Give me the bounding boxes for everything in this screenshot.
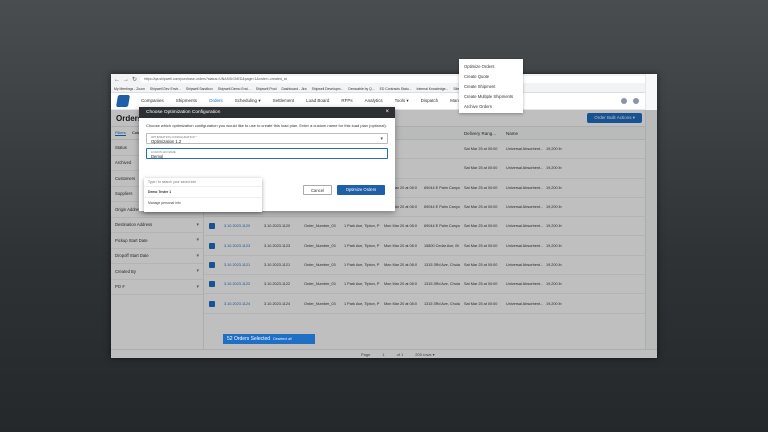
cancel-button[interactable]: Cancel: [303, 185, 332, 195]
nav-item[interactable]: Analytics: [365, 98, 383, 104]
optimization-config-select[interactable]: OPTIMIZATION CONFIGURATION * Optimizatio…: [146, 132, 388, 144]
bookmark-item[interactable]: My Meetings - Zoom: [114, 85, 145, 92]
autofill-hint: Type / to search your saved info: [144, 178, 262, 187]
bulk-menu-item[interactable]: Create Multiple Shipments: [459, 91, 523, 101]
bookmark-item[interactable]: Shipwell Demo Envi...: [218, 85, 251, 92]
autofill-option[interactable]: Demo Tester 1: [144, 187, 262, 197]
bookmark-item[interactable]: Shipwell Dev Envir...: [150, 85, 181, 92]
autofill-popup: Type / to search your saved info Demo Te…: [144, 178, 262, 212]
bulk-menu-item[interactable]: Archive Orders: [459, 101, 523, 111]
bookmark-item[interactable]: Internal Knowledge...: [417, 85, 449, 92]
optimize-orders-button[interactable]: Optimize Orders: [337, 185, 385, 195]
bookmark-item[interactable]: Demoable by Q...: [348, 85, 374, 92]
selected-count: 52 Orders Selected: [227, 336, 271, 342]
manage-info-link[interactable]: Manage personal info: [144, 197, 262, 208]
nav-item[interactable]: Dispatch: [421, 98, 439, 104]
bookmark-item[interactable]: ED Contracts Statu...: [380, 85, 412, 92]
bulk-actions-menu: Optimize Orders Create Quote Create Shipme…: [459, 59, 523, 113]
bookmark-item[interactable]: Shipwell Sandbox: [186, 85, 213, 92]
bookmark-item[interactable]: Dashboard - Jira: [282, 85, 307, 92]
bookmark-item[interactable]: Shipwell Prod: [256, 85, 277, 92]
config-value: Optimization 1.2: [151, 138, 182, 144]
chevron-down-icon: ▾: [380, 135, 383, 142]
notifications-icon[interactable]: [633, 98, 639, 104]
nav-item[interactable]: RFPs: [341, 98, 352, 104]
nav-item[interactable]: Shipments: [176, 98, 197, 104]
modal-body: Choose which optimization configuration …: [139, 118, 395, 164]
nav-item[interactable]: Companies: [141, 98, 164, 104]
bookmarks-bar: My Meetings - Zoom Shipwell Dev Envir... S…: [111, 85, 657, 93]
bookmark-item[interactable]: Shipwell Developm...: [312, 85, 344, 92]
deselect-all-link[interactable]: Deselect all: [273, 337, 292, 341]
reload-icon[interactable]: ↻: [132, 76, 137, 83]
nav-items: Companies Shipments Orders Scheduling ▾ Sett…: [141, 98, 470, 104]
nav-item[interactable]: Orders: [209, 98, 223, 104]
nav-item[interactable]: Load Board: [306, 98, 329, 104]
bulk-menu-item[interactable]: Create Quote: [459, 71, 523, 81]
selection-bar: 52 Orders Selected Deselect all: [223, 334, 315, 344]
address-bar[interactable]: https://qa.shipwell.com/purchase-orders?…: [140, 76, 654, 83]
name-value: Demo|: [151, 153, 164, 159]
modal-description: Choose which optimization configuration …: [146, 123, 387, 128]
browser-toolbar: ← → ↻ https://qa.shipwell.com/purchase-o…: [111, 74, 657, 85]
nav-item[interactable]: Tools ▾: [395, 98, 409, 104]
modal-header: Choose Optimization Configuration ×: [139, 107, 395, 118]
bulk-menu-item[interactable]: Optimize Orders: [459, 61, 523, 71]
shipwell-logo-icon[interactable]: [115, 95, 131, 107]
modal-title: Choose Optimization Configuration: [146, 110, 221, 115]
search-icon[interactable]: [621, 98, 627, 104]
nav-item[interactable]: Settlement: [273, 98, 295, 104]
close-icon[interactable]: ×: [385, 107, 389, 118]
nav-item[interactable]: Scheduling ▾: [235, 98, 261, 104]
load-plan-name-input[interactable]: LOAD PLAN NAME Demo|: [146, 147, 388, 159]
forward-icon[interactable]: →: [123, 77, 129, 83]
bulk-menu-item[interactable]: Create Shipment: [459, 81, 523, 91]
back-icon[interactable]: ←: [114, 77, 120, 83]
